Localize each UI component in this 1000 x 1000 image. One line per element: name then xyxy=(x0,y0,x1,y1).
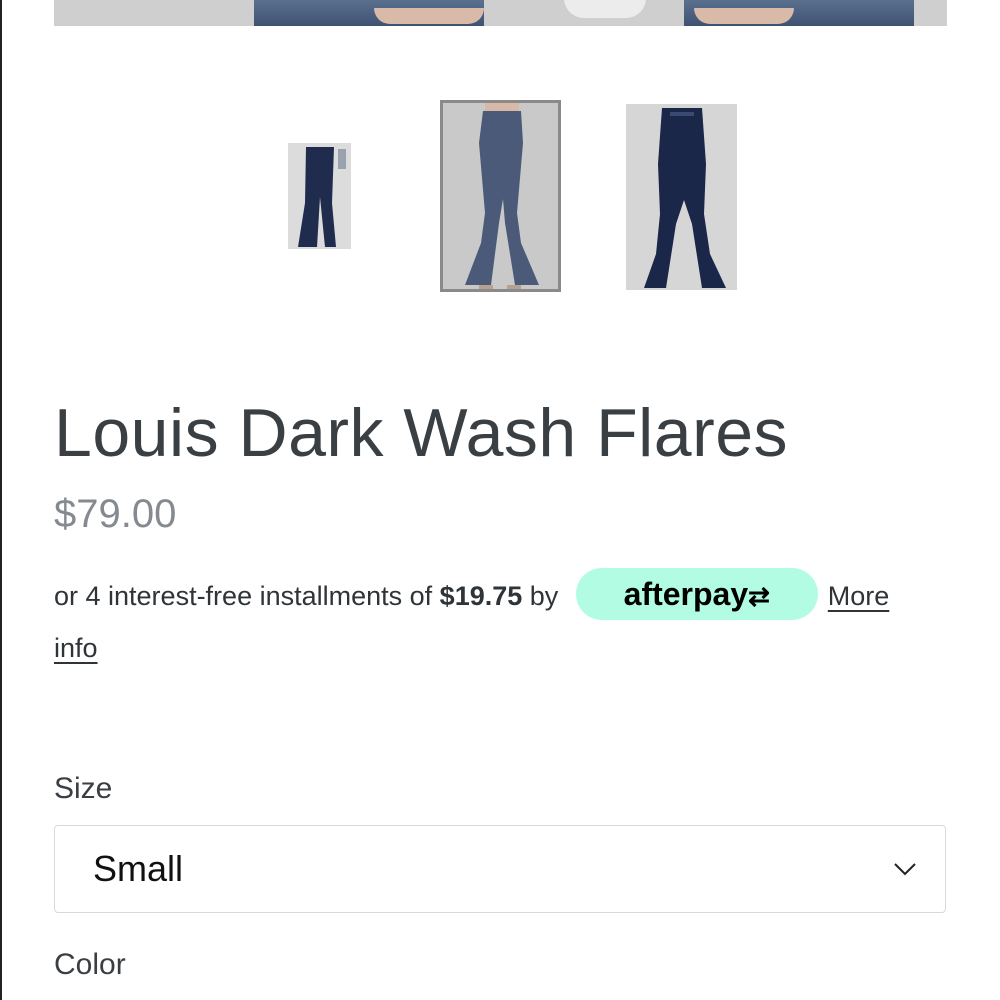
hero-sandal-left xyxy=(374,8,484,24)
page-edge-divider xyxy=(0,0,2,1000)
afterpay-logo-text: afterpay xyxy=(623,576,749,612)
image-counter-pill xyxy=(564,0,646,18)
afterpay-installment-message: or 4 interest-free installments of $19.7… xyxy=(54,568,934,672)
chevron-down-icon xyxy=(894,863,916,876)
afterpay-prefix-text: or 4 interest-free installments of xyxy=(54,581,440,612)
product-price: $79.00 xyxy=(54,492,177,536)
size-label: Size xyxy=(54,772,113,805)
afterpay-by-text: by xyxy=(522,581,566,612)
afterpay-arrows-icon: ⇄ xyxy=(748,581,770,611)
thumbnail-2-selected[interactable] xyxy=(440,100,561,292)
jeans-thumbnail-icon xyxy=(288,143,351,249)
color-label: Color xyxy=(54,948,126,981)
jeans-thumbnail-icon xyxy=(443,103,558,289)
afterpay-logo-badge[interactable]: afterpay⇄ xyxy=(575,568,818,620)
thumbnail-1[interactable] xyxy=(288,143,351,249)
afterpay-installment-amount: $19.75 xyxy=(439,581,523,612)
size-select[interactable]: Small xyxy=(54,825,946,913)
size-selected-value: Small xyxy=(93,848,184,889)
hero-sandal-right xyxy=(694,8,794,24)
product-main-image[interactable] xyxy=(54,0,947,26)
product-title: Louis Dark Wash Flares xyxy=(54,395,789,471)
jeans-thumbnail-icon xyxy=(626,104,737,290)
thumbnail-3[interactable] xyxy=(626,104,737,290)
